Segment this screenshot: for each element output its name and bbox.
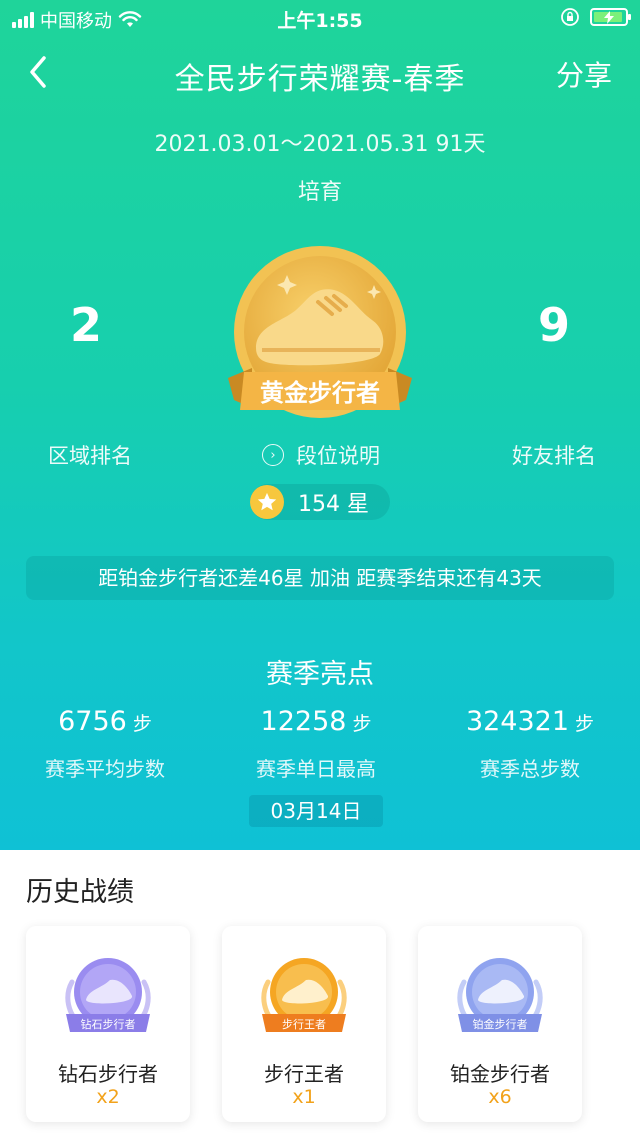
stars-count: 154 星 [298, 492, 369, 517]
nav-bar: 全民步行荣耀赛-春季 分享 [0, 44, 640, 100]
stat-label: 赛季总步数 [480, 757, 580, 781]
diamond-medal-icon: 钻石步行者 [65, 958, 151, 1032]
region-rank-label: 区域排名 [48, 444, 132, 468]
status-bar: 中国移动 上午1:55 [0, 0, 640, 36]
status-time: 上午1:55 [277, 10, 363, 32]
season-date-range: 2021.03.01～2021.05.31 91天 [154, 132, 486, 157]
stat-daily-max: 12258 步 赛季单日最高 [216, 706, 416, 782]
medal-label: 铂金步行者 [473, 1017, 528, 1031]
battery-icon [590, 8, 631, 26]
stars-pill: 154 星 [250, 484, 390, 520]
medal-label: 钻石步行者 [81, 1017, 136, 1031]
king-medal-icon: 步行王者 [261, 958, 347, 1032]
season-stage: 培育 [297, 180, 342, 205]
stat-total-steps: 324321 步 赛季总步数 [430, 706, 630, 782]
best-day-date: 03月14日 [249, 795, 383, 827]
card-name: 铂金步行者 [450, 1062, 550, 1086]
stat-value: 324321 [465, 706, 570, 737]
status-right [560, 7, 631, 27]
stat-unit: 步 [132, 713, 152, 735]
platinum-medal-icon: 铂金步行者 [457, 958, 543, 1032]
chevron-right-icon: › [262, 444, 284, 466]
progress-notice: 距铂金步行者还差46星 加油 距赛季结束还有43天 [26, 556, 614, 600]
page-title: 全民步行荣耀赛-春季 [174, 62, 466, 97]
highlights-title: 赛季亮点 [266, 659, 374, 690]
rank-explain-link[interactable]: › 段位说明 [262, 440, 380, 470]
card-count: x6 [488, 1086, 512, 1108]
history-card-king[interactable]: 步行王者 步行王者 x1 [222, 926, 386, 1122]
share-button[interactable]: 分享 [556, 54, 612, 94]
stat-label: 赛季平均步数 [45, 757, 165, 781]
history-card-platinum[interactable]: 铂金步行者 铂金步行者 x6 [418, 926, 582, 1122]
history-card-diamond[interactable]: 钻石步行者 钻石步行者 x2 [26, 926, 190, 1122]
orientation-lock-icon [561, 8, 579, 26]
medal-label: 步行王者 [282, 1018, 326, 1031]
history-title: 历史战绩 [26, 877, 134, 908]
stat-value: 12258 [260, 706, 347, 737]
badge-label: 黄金步行者 [260, 379, 380, 407]
stat-unit: 步 [575, 713, 595, 735]
stat-average-steps: 6756 步 赛季平均步数 [5, 706, 205, 782]
stat-unit: 步 [352, 713, 372, 735]
gold-walker-badge: 黄金步行者 [228, 246, 412, 418]
card-name: 步行王者 [264, 1062, 344, 1086]
friend-rank-label: 好友排名 [512, 444, 596, 468]
stat-label: 赛季单日最高 [256, 757, 376, 781]
rank-explain-label: 段位说明 [296, 444, 380, 468]
card-count: x1 [292, 1086, 316, 1108]
region-rank-value: 2 [69, 298, 102, 352]
card-count: x2 [96, 1086, 120, 1108]
star-icon [250, 485, 284, 519]
stat-value: 6756 [58, 706, 127, 737]
card-name: 钻石步行者 [58, 1062, 158, 1086]
friend-rank-value: 9 [537, 298, 570, 352]
